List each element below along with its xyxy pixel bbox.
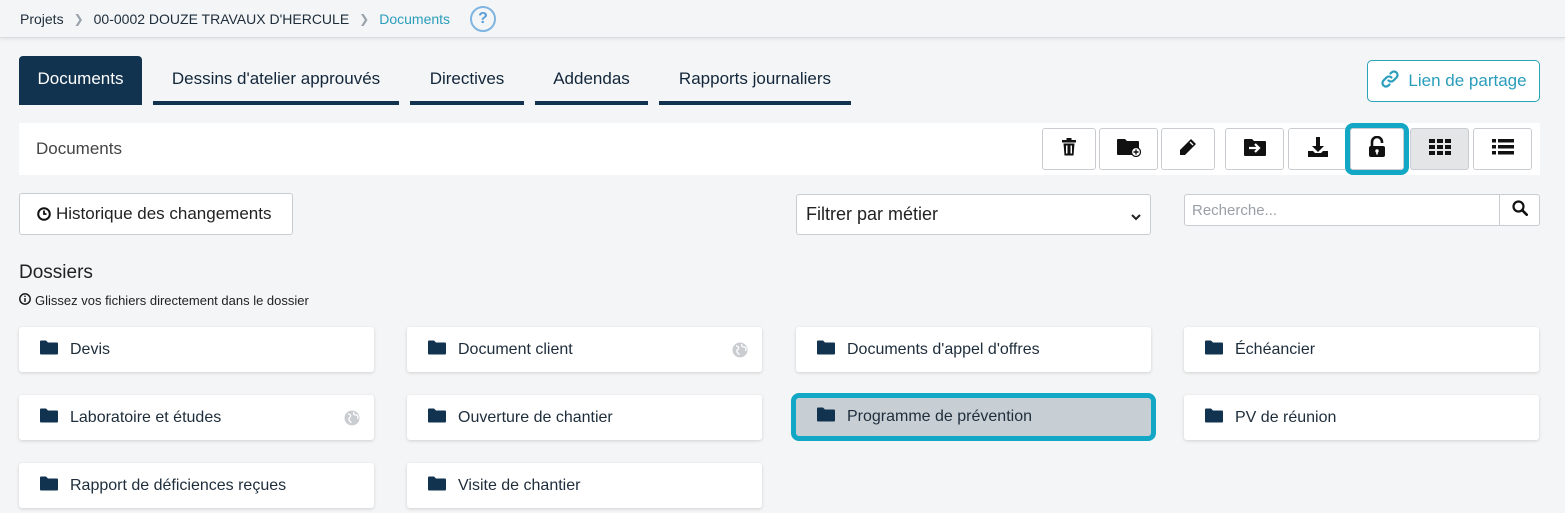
breadcrumb-documents[interactable]: Documents: [379, 11, 450, 27]
tab-documents[interactable]: Documents: [19, 56, 142, 105]
grid-view-button[interactable]: [1410, 128, 1469, 170]
search-input[interactable]: Recherche...: [1184, 194, 1500, 226]
folder-name: Documents d'appel d'offres: [847, 340, 1040, 358]
folder-icon: [40, 476, 58, 496]
folder-card[interactable]: Échéancier: [1184, 327, 1539, 372]
tab-directives[interactable]: Directives: [410, 56, 524, 105]
folder-card-selected[interactable]: Programme de prévention: [791, 393, 1156, 441]
dossiers-hint-text: Glissez vos fichiers directement dans le…: [35, 293, 309, 308]
breadcrumb: Projets ❯ 00-0002 DOUZE TRAVAUX D'HERCUL…: [0, 0, 1565, 38]
folder-icon: [817, 340, 835, 360]
documents-toolbar: Documents: [19, 123, 1540, 175]
download-icon: [1307, 136, 1329, 163]
info-icon: [19, 293, 31, 308]
folder-icon: [428, 408, 446, 428]
folder-card[interactable]: Ouverture de chantier: [407, 395, 762, 440]
folder-name: PV de réunion: [1235, 408, 1337, 426]
tab-dessins-atelier[interactable]: Dessins d'atelier approuvés: [153, 56, 399, 105]
chevron-down-icon: [1130, 207, 1142, 228]
clock-icon: [37, 207, 51, 221]
share-link-label: Lien de partage: [1408, 71, 1527, 90]
folder-icon: [40, 408, 58, 428]
share-link-button[interactable]: Lien de partage: [1367, 60, 1540, 102]
unlock-button[interactable]: [1345, 123, 1409, 175]
folder-card[interactable]: Rapport de déficiences reçues: [19, 463, 374, 508]
chevron-right-icon: ❯: [359, 11, 370, 26]
folder-card[interactable]: PV de réunion: [1184, 395, 1539, 440]
chevron-right-icon: ❯: [73, 11, 84, 26]
move-button[interactable]: [1225, 128, 1284, 170]
tab-rapports-journaliers[interactable]: Rapports journaliers: [659, 56, 851, 105]
folder-name: Laboratoire et études: [70, 408, 222, 426]
folder-name: Rapport de déficiences reçues: [70, 476, 287, 494]
new-folder-icon: [1116, 137, 1141, 162]
folder-card[interactable]: Devis: [19, 327, 374, 372]
new-folder-button[interactable]: [1099, 128, 1158, 170]
link-icon: [1380, 69, 1400, 94]
move-folder-icon: [1243, 137, 1266, 162]
folder-icon: [428, 340, 446, 360]
panel-title: Documents: [36, 139, 122, 158]
trade-filter-select[interactable]: Filtrer par métier: [796, 194, 1151, 235]
tab-addendas[interactable]: Addendas: [535, 56, 648, 105]
tab-bar: Documents Dessins d'atelier approuvés Di…: [19, 56, 862, 105]
unlock-icon: [1367, 135, 1387, 163]
folder-card[interactable]: Visite de chantier: [407, 463, 762, 508]
globe-icon: [344, 410, 360, 431]
folder-icon: [40, 340, 58, 360]
breadcrumb-project[interactable]: 00-0002 DOUZE TRAVAUX D'HERCULE: [94, 11, 350, 27]
search-icon: [1511, 199, 1528, 221]
list-view-icon: [1491, 138, 1514, 160]
rename-button[interactable]: [1161, 128, 1215, 170]
history-button[interactable]: Historique des changements: [19, 193, 293, 235]
folder-name: Échéancier: [1235, 340, 1316, 358]
folder-card[interactable]: Laboratoire et études: [19, 395, 374, 440]
folder-name: Ouverture de chantier: [458, 408, 613, 426]
folder-icon: [1205, 340, 1223, 360]
breadcrumb-projets[interactable]: Projets: [20, 11, 64, 27]
folder-icon: [428, 476, 446, 496]
help-icon[interactable]: ?: [470, 5, 497, 32]
folder-icon: [817, 407, 835, 427]
delete-button[interactable]: [1042, 128, 1096, 170]
dossiers-hint: Glissez vos fichiers directement dans le…: [19, 293, 309, 308]
folder-name: Visite de chantier: [458, 476, 581, 494]
folder-card[interactable]: Documents d'appel d'offres: [796, 327, 1151, 372]
history-label: Historique des changements: [56, 204, 272, 223]
folder-name: Programme de prévention: [847, 408, 1032, 425]
grid-view-icon: [1428, 138, 1451, 160]
folder-name: Devis: [70, 340, 111, 358]
trade-filter-value: Filtrer par métier: [806, 204, 939, 224]
globe-icon: [732, 342, 748, 363]
search-button[interactable]: [1499, 194, 1540, 226]
folder-card[interactable]: Document client: [407, 327, 762, 372]
folder-icon: [1205, 408, 1223, 428]
folder-name: Document client: [458, 340, 573, 358]
pencil-icon: [1178, 137, 1198, 162]
trash-icon: [1061, 137, 1077, 161]
list-view-button[interactable]: [1473, 128, 1532, 170]
download-button[interactable]: [1288, 128, 1347, 170]
dossiers-title: Dossiers: [19, 262, 93, 283]
